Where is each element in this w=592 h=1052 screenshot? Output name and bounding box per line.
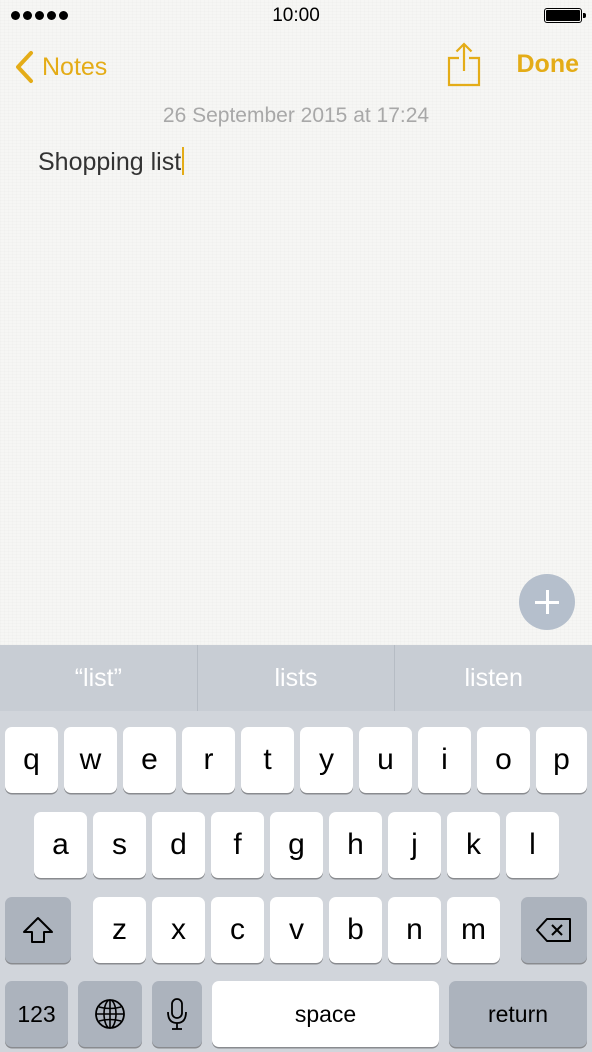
note-text-area[interactable]: Shopping list [38,147,185,177]
globe-icon [95,999,125,1029]
numbers-key[interactable]: 123 [5,981,68,1047]
key-q[interactable]: q [5,727,58,793]
chevron-left-icon [16,51,33,83]
globe-key[interactable] [78,981,142,1047]
add-attachment-button[interactable] [519,574,575,630]
key-o[interactable]: o [477,727,530,793]
note-canvas[interactable] [0,0,592,645]
key-v[interactable]: v [270,897,323,963]
note-text: Shopping list [38,148,182,176]
delete-icon [536,918,571,942]
shift-key[interactable] [5,897,71,963]
delete-key[interactable] [521,897,587,963]
back-button[interactable]: Notes [14,48,107,86]
key-n[interactable]: n [388,897,441,963]
key-f[interactable]: f [211,812,264,878]
key-i[interactable]: i [418,727,471,793]
key-d[interactable]: d [152,812,205,878]
key-s[interactable]: s [93,812,146,878]
key-h[interactable]: h [329,812,382,878]
back-button-label: Notes [42,52,108,81]
key-j[interactable]: j [388,812,441,878]
key-y[interactable]: y [300,727,353,793]
prediction-3[interactable]: listen [395,645,592,711]
key-g[interactable]: g [270,812,323,878]
key-t[interactable]: t [241,727,294,793]
key-c[interactable]: c [211,897,264,963]
battery-icon [544,8,586,23]
key-r[interactable]: r [182,727,235,793]
key-k[interactable]: k [447,812,500,878]
key-b[interactable]: b [329,897,382,963]
key-w[interactable]: w [64,727,117,793]
dictation-key[interactable] [152,981,202,1047]
done-button[interactable]: Done [517,50,580,79]
return-key[interactable]: return [449,981,587,1047]
note-timestamp: 26 September 2015 at 17:24 [162,104,430,127]
predictive-bar: “list” lists listen [0,645,592,711]
prediction-2[interactable]: lists [198,645,396,711]
share-button[interactable] [446,41,482,87]
key-z[interactable]: z [93,897,146,963]
space-key[interactable]: space [212,981,439,1047]
key-a[interactable]: a [34,812,87,878]
key-x[interactable]: x [152,897,205,963]
keyboard: q w e r t y u i o p a s d f g h j k l z … [0,711,592,1052]
key-l[interactable]: l [506,812,559,878]
key-p[interactable]: p [536,727,587,793]
text-caret [182,147,185,175]
shift-icon [23,917,53,943]
key-e[interactable]: e [123,727,176,793]
status-time: 10:00 [272,5,320,26]
key-m[interactable]: m [447,897,500,963]
prediction-1[interactable]: “list” [0,645,198,711]
status-bar: 10:00 [0,0,592,32]
share-icon [447,42,481,87]
key-u[interactable]: u [359,727,412,793]
microphone-icon [167,998,187,1030]
